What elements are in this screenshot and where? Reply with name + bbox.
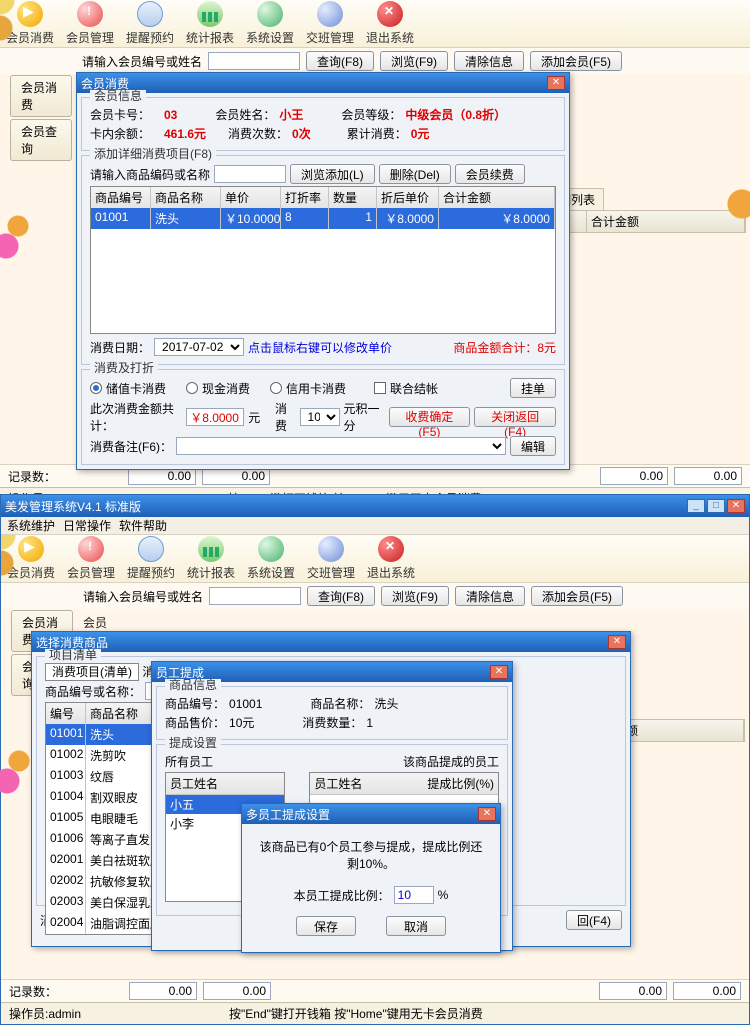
tb-exit[interactable]: 退出系统 <box>361 536 421 581</box>
tb-remind[interactable]: 提醒预约 <box>121 536 181 581</box>
dlg4-msg: 该商品已有0个员工参与提成，提成比例还剩10%。 <box>254 838 488 872</box>
chk-joint[interactable] <box>374 382 386 394</box>
confirm-button[interactable]: 收费确定(F5) <box>389 407 471 427</box>
grp3-cap: 消费及打折 <box>90 362 158 374</box>
reccount-l: 记录数： <box>8 468 56 485</box>
return-button[interactable]: 关闭返回(F4) <box>474 407 556 427</box>
flower-decor <box>0 206 40 286</box>
close-icon[interactable]: ✕ <box>547 76 565 90</box>
play-icon <box>17 1 43 27</box>
shift-icon <box>317 1 343 27</box>
note-icon <box>137 1 163 27</box>
tb-member[interactable]: 会员管理 <box>60 1 120 46</box>
save-button[interactable]: 保存 <box>296 916 356 936</box>
tab-consume[interactable]: 会员消费 <box>10 75 72 117</box>
grp1-cap: 会员信息 <box>90 90 146 102</box>
edit-button[interactable]: 编辑 <box>510 436 556 456</box>
radio-cash[interactable] <box>186 382 198 394</box>
tb-remind[interactable]: 提醒预约 <box>120 1 180 46</box>
search-input[interactable] <box>209 587 301 605</box>
menu-daily[interactable]: 日常操作 <box>63 517 111 534</box>
subtab-list[interactable]: 消费项目(清单) <box>45 663 139 681</box>
main-toolbar: 会员消费 会员管理 提醒预约 统计报表 系统设置 交班管理 退出系统 <box>0 0 750 48</box>
chart-icon <box>197 1 223 27</box>
window-title: 美发管理系统V4.1 标准版 <box>5 498 141 515</box>
tb-sys[interactable]: 系统设置 <box>240 1 300 46</box>
dlg-consume: 会员消费✕ 会员信息 会员卡号：03 会员姓名：小王 会员等级：中级会员（0.8… <box>76 72 570 470</box>
close-icon[interactable]: ✕ <box>608 635 626 649</box>
tb-report[interactable]: 统计报表 <box>181 536 241 581</box>
clear-button[interactable]: 清除信息 <box>455 586 525 606</box>
addmember-button[interactable]: 添加会员(F5) <box>530 51 622 71</box>
memo-select[interactable] <box>176 437 506 455</box>
table-row[interactable]: 01001 洗头 ￥10.0000 8 1 ￥8.0000 ￥8.0000 <box>91 208 555 229</box>
menu-help[interactable]: 软件帮助 <box>119 517 167 534</box>
gear-icon <box>257 1 283 27</box>
modify-tip: 点击鼠标右键可以修改单价 <box>248 339 392 356</box>
date-select[interactable]: 2017-07-02 <box>154 338 244 356</box>
close-icon[interactable]: ✕ <box>490 665 508 679</box>
warn-icon <box>77 1 103 27</box>
ratio-input[interactable] <box>394 886 434 904</box>
close-icon[interactable]: ✕ <box>478 807 496 821</box>
minimize-icon[interactable]: _ <box>687 499 705 513</box>
clear-button[interactable]: 清除信息 <box>454 51 524 71</box>
return-button[interactable]: 回(F4) <box>566 910 622 930</box>
search-input[interactable] <box>208 52 300 70</box>
search-label: 请输入会员编号或姓名 <box>82 53 202 70</box>
grp2-cap: 添加详细消费项目(F8) <box>90 148 216 160</box>
delete-button[interactable]: 删除(Del) <box>379 164 451 184</box>
browse-button[interactable]: 浏览(F9) <box>380 51 448 71</box>
sum-label: 商品金额合计：8元 <box>453 339 556 356</box>
tb-sys[interactable]: 系统设置 <box>241 536 301 581</box>
radio-stored[interactable] <box>90 382 102 394</box>
close-icon[interactable]: ✕ <box>727 499 745 513</box>
tb-exit[interactable]: 退出系统 <box>360 1 420 46</box>
browse-button[interactable]: 浏览(F9) <box>381 586 449 606</box>
flower-decor-r <box>722 184 750 224</box>
renew-button[interactable]: 会员续费 <box>455 164 525 184</box>
cancel-button[interactable]: 取消 <box>386 916 446 936</box>
tb-report[interactable]: 统计报表 <box>180 1 240 46</box>
hold-button[interactable]: 挂单 <box>510 378 556 398</box>
exit-icon <box>377 1 403 27</box>
tb-shift[interactable]: 交班管理 <box>300 1 360 46</box>
addmember-button[interactable]: 添加会员(F5) <box>531 586 623 606</box>
tb-shift[interactable]: 交班管理 <box>301 536 361 581</box>
maximize-icon[interactable]: □ <box>707 499 725 513</box>
query-button[interactable]: 查询(F8) <box>306 51 374 71</box>
pts-select[interactable]: 10 <box>300 408 340 426</box>
prod-input[interactable] <box>214 165 286 183</box>
radio-credit[interactable] <box>270 382 282 394</box>
tb-member[interactable]: 会员管理 <box>61 536 121 581</box>
tab-query[interactable]: 会员查询 <box>10 119 72 161</box>
query-button[interactable]: 查询(F8) <box>307 586 375 606</box>
menu-sys[interactable]: 系统维护 <box>7 517 55 534</box>
dlg-multi-commission: 多员工提成设置✕ 该商品已有0个员工参与提成，提成比例还剩10%。 本员工提成比… <box>241 803 501 953</box>
browseadd-button[interactable]: 浏览添加(L) <box>290 164 375 184</box>
window-titlebar: 美发管理系统V4.1 标准版 _ □ ✕ <box>1 495 749 517</box>
dlg4-title: 多员工提成设置 <box>246 806 330 823</box>
total-input[interactable] <box>186 408 244 426</box>
